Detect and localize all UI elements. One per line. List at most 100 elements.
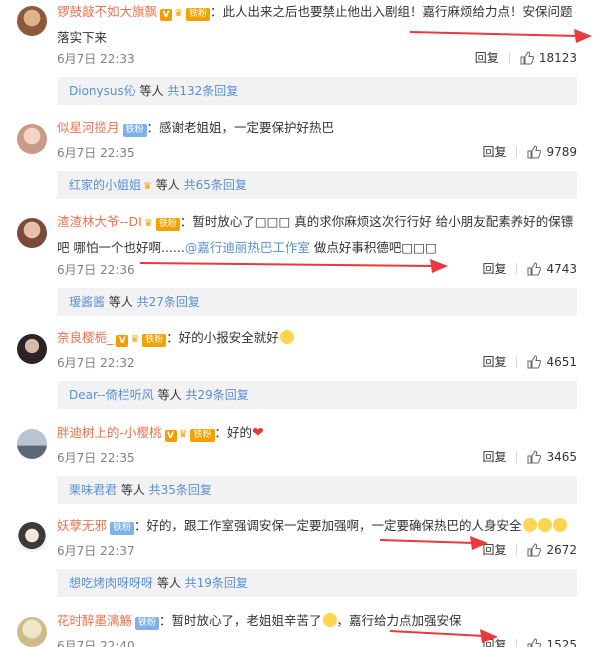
comment-item: 妖孽无邪 铁粉 ：好的，跟工作室强调安保一定要加强啊，一定要确保热巴的人身安全 6月… — [0, 514, 593, 600]
avatar[interactable] — [17, 429, 47, 459]
username[interactable]: 渣渣林大爷--DI — [57, 214, 142, 229]
thumbs-up-icon[interactable] — [527, 261, 542, 276]
divider — [516, 543, 518, 556]
like-count: 2672 — [546, 542, 577, 557]
reply-user[interactable]: 红家的小姐姐 — [69, 178, 141, 192]
like-count: 18123 — [538, 50, 577, 65]
fan-badge: 铁粉 — [190, 429, 215, 442]
reply-button[interactable]: 回复 — [482, 260, 506, 277]
comment-item: 胖迪树上的-小樱桃 V ♛ 铁粉 ：好的❤ 6月7日 22:35 回复 3465 栗味君… — [0, 421, 593, 507]
reply-count-link[interactable]: 共65条回复 — [180, 178, 247, 192]
comment-item: 锣鼓敲不如大旗飘 V ♛ 铁粉 ：此人出来之后也要禁止他出入剧组！嘉行麻烦给力点！安保问… — [0, 0, 593, 110]
reply-user[interactable]: 瑷酱酱 — [69, 295, 105, 309]
crying-emoji-icon — [537, 518, 552, 532]
reply-button[interactable]: 回复 — [475, 49, 499, 66]
crying-emoji-icon — [552, 518, 567, 532]
fan-badge: 铁粉 — [135, 617, 160, 630]
crying-emoji-icon — [522, 518, 537, 532]
comment-time: 6月7日 22:40 — [57, 639, 135, 647]
fan-badge: 铁粉 — [122, 124, 147, 137]
username[interactable]: 奈良樱栀_ — [57, 330, 113, 345]
username[interactable]: 似星河揽月 — [57, 120, 120, 135]
reply-button[interactable]: 回复 — [482, 143, 506, 160]
username[interactable]: 锣鼓敲不如大旗飘 — [57, 4, 157, 19]
comment-text: ：好的，跟工作室强调安保一定要加强啊，一定要确保热巴的人身安全 — [134, 518, 522, 533]
comment-text: ：感谢老姐姐，一定要保护好热巴 — [146, 120, 335, 135]
comment-text: ：好的 — [214, 425, 253, 440]
avatar[interactable] — [17, 617, 47, 647]
thumbs-up-icon[interactable] — [520, 50, 534, 65]
like-count: 4651 — [546, 354, 577, 369]
heart-icon: ❤ — [252, 425, 264, 441]
comment-item: 似星河揽月 铁粉 ：感谢老姐姐，一定要保护好热巴 6月7日 22:35 回复 978… — [0, 116, 593, 206]
username[interactable]: 胖迪树上的-小樱桃 — [57, 425, 162, 440]
fan-badge: 铁粉 — [185, 8, 210, 21]
reply-user[interactable]: Dear--倚栏听风 — [69, 388, 154, 402]
fan-badge: 铁粉 — [155, 218, 180, 231]
replies-summary[interactable]: 红家的小姐姐 ♛ 等人 共65条回复 — [57, 171, 577, 199]
crown-icon: ♛ — [178, 429, 188, 440]
comment-time: 6月7日 22:35 — [57, 451, 135, 465]
verified-icon: V — [116, 335, 129, 347]
replies-summary[interactable]: Dionysus伈 等人 共132条回复 — [57, 77, 577, 105]
reply-button[interactable]: 回复 — [482, 541, 506, 558]
comment-text-tail: ，嘉行给力点加强安保 — [336, 613, 462, 628]
reply-button[interactable]: 回复 — [482, 636, 506, 647]
comment-time: 6月7日 22:35 — [57, 146, 135, 160]
comment-text-tail: 做点好事积德吧□□□ — [309, 240, 437, 255]
reply-user[interactable]: Dionysus伈 — [69, 84, 136, 98]
avatar[interactable] — [17, 218, 47, 248]
comment-text: ：好的小报安全就好 — [166, 330, 279, 345]
comment-item: 花时醉墨漓觞 铁粉 ：暂时放心了，老姐姐辛苦了 ，嘉行给力点加强安保 6月7日 22:… — [0, 609, 593, 647]
reply-count-link[interactable]: 共35条回复 — [145, 483, 212, 497]
avatar[interactable] — [17, 124, 47, 154]
avatar[interactable] — [17, 334, 47, 364]
thumbs-up-icon[interactable] — [527, 449, 542, 464]
replies-summary[interactable]: 栗味君君 等人 共35条回复 — [57, 476, 577, 504]
reply-button[interactable]: 回复 — [482, 353, 506, 370]
replies-summary[interactable]: 想吃烤肉呀呀呀 等人 共19条回复 — [57, 569, 577, 597]
crown-icon: ♛ — [130, 334, 140, 345]
reply-count-link[interactable]: 共29条回复 — [182, 388, 248, 402]
reply-count-link[interactable]: 共132条回复 — [164, 84, 238, 98]
reply-button[interactable]: 回复 — [482, 448, 506, 465]
thumbs-up-icon[interactable] — [527, 144, 542, 159]
replies-summary[interactable]: Dear--倚栏听风 等人 共29条回复 — [57, 381, 577, 409]
crown-icon: ♛ — [174, 8, 183, 19]
divider — [516, 262, 518, 275]
thumbs-up-icon[interactable] — [527, 354, 542, 369]
reply-user[interactable]: 想吃烤肉呀呀呀 — [69, 576, 153, 590]
like-count: 4743 — [546, 261, 577, 276]
crown-icon: ♛ — [143, 181, 152, 192]
mention-link[interactable]: @嘉行迪丽热巴工作室 — [185, 240, 310, 255]
comment-time: 6月7日 22:36 — [57, 263, 135, 277]
crying-emoji-icon — [322, 613, 337, 627]
comment-item: 渣渣林大爷--DI ♛ 铁粉 ：暂时放心了□□□ 真的求你麻烦这次行行好 给小朋友配素… — [0, 210, 593, 320]
avatar[interactable] — [17, 6, 47, 36]
like-count: 9789 — [546, 144, 577, 159]
reply-count-link[interactable]: 共27条回复 — [133, 295, 200, 309]
like-count: 1525 — [546, 637, 577, 647]
username[interactable]: 妖孽无邪 — [57, 518, 107, 533]
comment-time: 6月7日 22:32 — [57, 356, 135, 370]
verified-icon: V — [160, 9, 173, 21]
thumbs-up-icon[interactable] — [527, 637, 542, 647]
thumbs-up-icon[interactable] — [527, 542, 542, 557]
divider — [508, 51, 510, 64]
divider — [516, 638, 518, 647]
comment-text: ：暂时放心了，老姐姐辛苦了 — [159, 613, 322, 628]
reply-user[interactable]: 栗味君君 — [69, 483, 117, 497]
username[interactable]: 花时醉墨漓觞 — [57, 613, 132, 628]
divider — [516, 355, 518, 368]
verified-icon: V — [164, 430, 177, 442]
comment-item: 奈良樱栀_ V ♛ 铁粉 ：好的小报安全就好 6月7日 22:32 回复 4651 De… — [0, 326, 593, 412]
comment-time: 6月7日 22:33 — [57, 52, 135, 66]
emoji-icon — [279, 330, 294, 344]
divider — [516, 450, 518, 463]
avatar[interactable] — [17, 522, 47, 552]
fan-badge: 铁粉 — [142, 334, 167, 347]
replies-summary[interactable]: 瑷酱酱 等人 共27条回复 — [57, 288, 577, 316]
crown-icon: ♛ — [143, 218, 153, 229]
reply-count-link[interactable]: 共19条回复 — [181, 576, 248, 590]
like-count: 3465 — [546, 449, 577, 464]
